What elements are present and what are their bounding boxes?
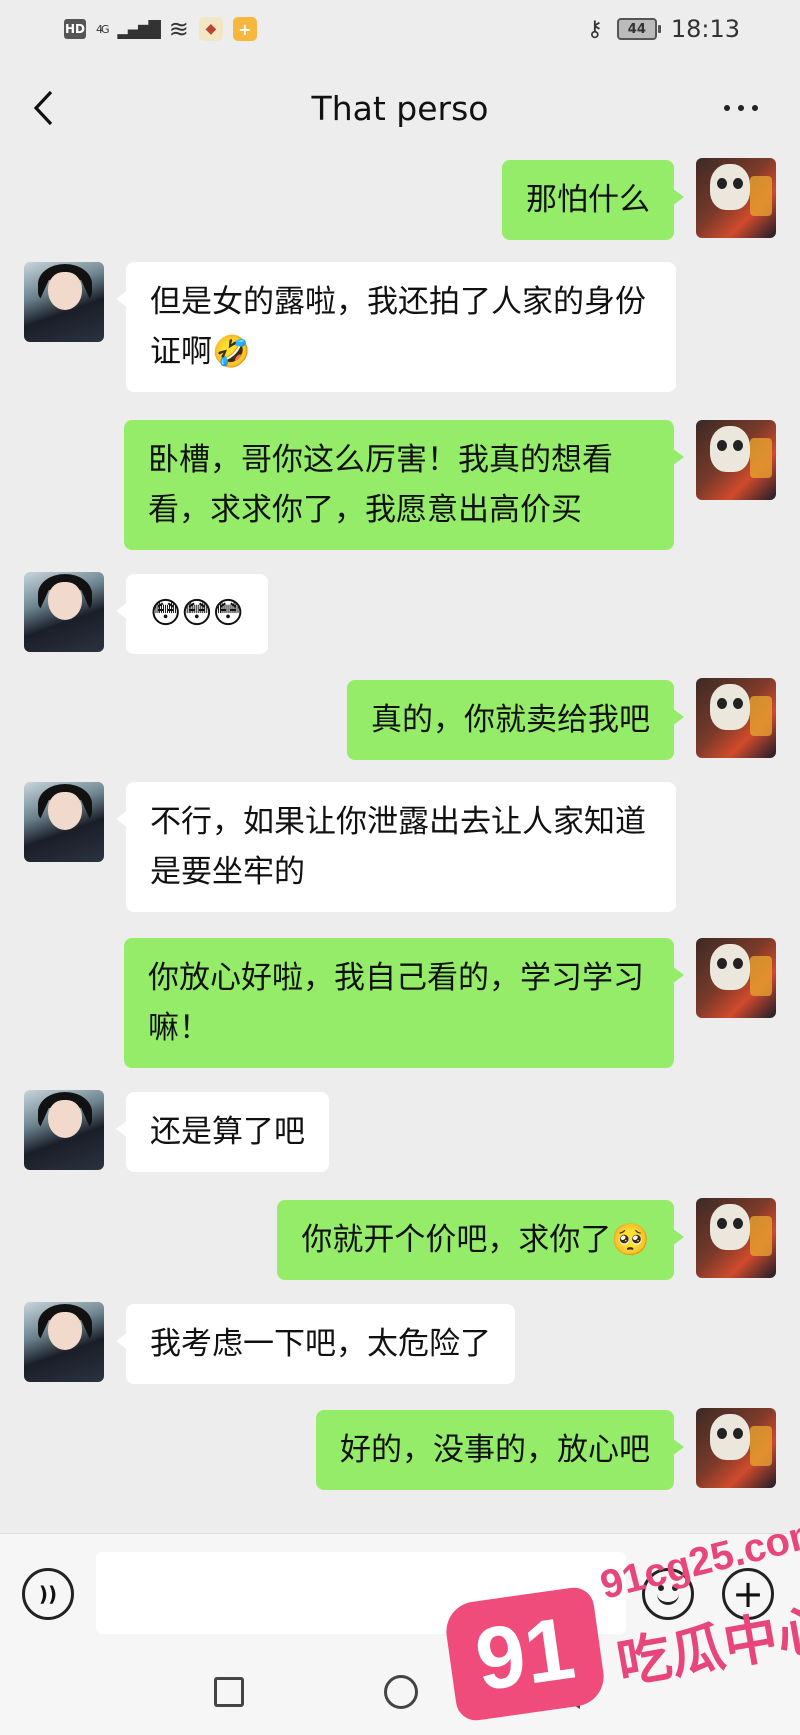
message-bubble[interactable]: 好的，没事的，放心吧: [316, 1410, 684, 1490]
store-notification-icon: +: [232, 17, 257, 41]
back-triangle-icon[interactable]: [552, 1675, 580, 1709]
more-dots-icon: [724, 105, 730, 111]
app-notification-icon: ◆: [198, 17, 223, 41]
message-bubble[interactable]: 你放心好啦，我自己看的，学习学习嘛！: [124, 938, 684, 1068]
my-avatar[interactable]: [696, 938, 776, 1018]
hd-badge: HD: [64, 19, 86, 39]
back-button[interactable]: [24, 86, 64, 130]
contact-avatar[interactable]: [24, 572, 104, 652]
system-navigation-bar: [0, 1651, 800, 1735]
contact-avatar[interactable]: [24, 782, 104, 862]
contact-avatar[interactable]: [24, 1090, 104, 1170]
message-bubble[interactable]: 但是女的露啦，我还拍了人家的身份证啊🤣: [116, 262, 676, 392]
contact-avatar[interactable]: [24, 262, 104, 342]
recent-apps-icon[interactable]: [214, 1677, 244, 1707]
emoji-button[interactable]: [642, 1568, 694, 1620]
voice-button[interactable]: )): [22, 1568, 74, 1620]
contact-avatar[interactable]: [24, 1302, 104, 1382]
voice-icon: )): [38, 1582, 58, 1606]
message-bubble[interactable]: 卧槽，哥你这么厉害！我真的想看看，求求你了，我愿意出高价买: [124, 420, 684, 550]
wifi-icon: ≋: [168, 15, 189, 43]
my-avatar[interactable]: [696, 158, 776, 238]
network-label: 4G: [96, 22, 109, 36]
clock: 18:13: [670, 15, 740, 43]
more-functions-button[interactable]: +: [722, 1568, 774, 1620]
battery-icon: 44: [616, 18, 661, 40]
home-icon[interactable]: [384, 1675, 418, 1709]
message-bubble[interactable]: 我考虑一下吧，太危险了: [116, 1304, 515, 1384]
chat-header: That perso: [0, 58, 800, 158]
message-bubble[interactable]: 真的，你就卖给我吧: [347, 680, 684, 760]
message-bubble[interactable]: 你就开个价吧，求你了🥺: [277, 1200, 684, 1280]
status-right: ⚷ 44 18:13: [587, 15, 740, 43]
my-avatar[interactable]: [696, 420, 776, 500]
my-avatar[interactable]: [696, 678, 776, 758]
status-left: HD 4G ▂▄▆█ ≋ ◆ +: [64, 15, 257, 43]
plus-icon: +: [732, 1572, 764, 1616]
signal-icon: ▂▄▆█: [117, 19, 161, 39]
my-avatar[interactable]: [696, 1198, 776, 1278]
message-bubble[interactable]: 那怕什么: [502, 160, 684, 240]
status-bar: HD 4G ▂▄▆█ ≋ ◆ + ⚷ 44 18:13: [0, 0, 800, 58]
message-bubble[interactable]: 还是算了吧: [116, 1092, 329, 1172]
more-button[interactable]: [716, 92, 766, 124]
message-bubble[interactable]: 不行，如果让你泄露出去让人家知道是要坐牢的: [116, 782, 676, 912]
chevron-left-icon: [33, 90, 53, 126]
my-avatar[interactable]: [696, 1408, 776, 1488]
message-input[interactable]: [96, 1552, 626, 1634]
chat-title: That perso: [311, 88, 489, 128]
message-list[interactable]: 那怕什么 但是女的露啦，我还拍了人家的身份证啊🤣 卧槽，哥你这么厉害！我真的想看…: [0, 158, 800, 1533]
input-bar: )) +: [0, 1533, 800, 1651]
emoji-icon: [657, 1593, 679, 1605]
key-icon: ⚷: [586, 16, 603, 42]
message-bubble[interactable]: 😳😳😳: [116, 574, 268, 654]
